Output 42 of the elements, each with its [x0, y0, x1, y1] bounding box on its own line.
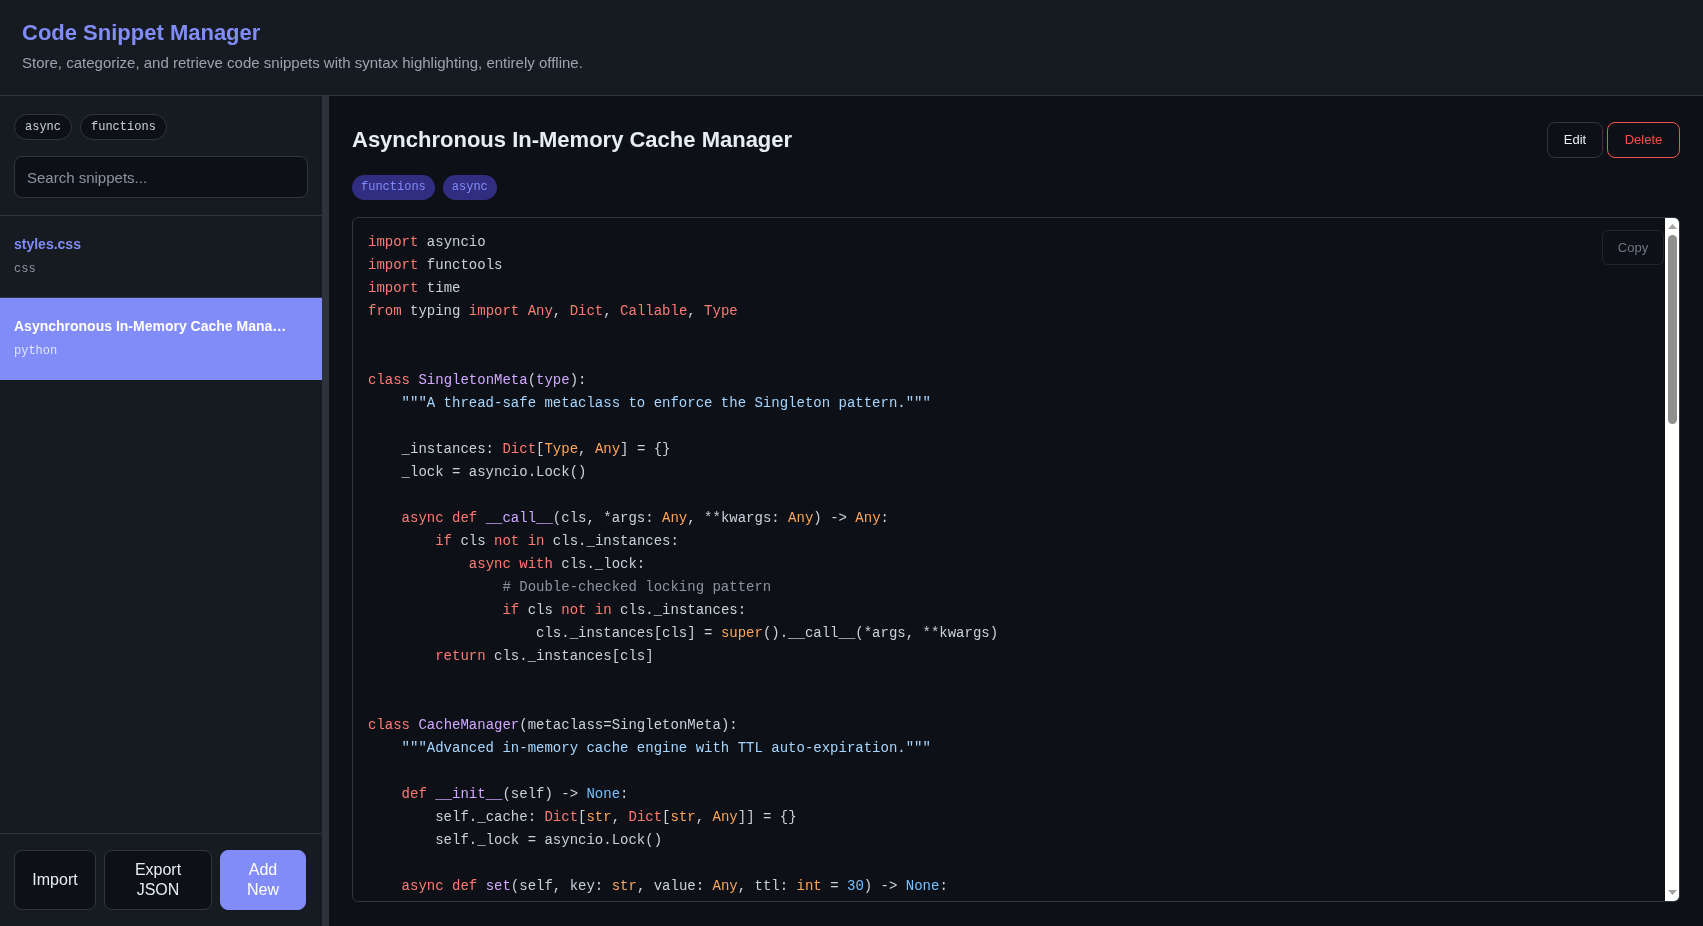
code-line: """Advanced in-memory cache engine with TTL auto-expiration."""	[401, 739, 931, 758]
code-line: import time	[368, 279, 461, 298]
scrollbar-thumb[interactable]	[1667, 235, 1677, 424]
up-arrow-icon[interactable]	[1667, 224, 1677, 229]
search-field[interactable]: Search snippets...	[14, 156, 308, 198]
code-line: import functools	[368, 256, 503, 275]
code-line: self._cache: Dict[str, Dict[str, Any]] = {}	[435, 808, 797, 827]
code-line: def __init__(self) -> None:	[401, 785, 629, 804]
tag-pill: functions	[352, 175, 435, 200]
snippet-language: python	[14, 343, 58, 360]
code-line: class CacheManager(metaclass=SingletonMeta):	[368, 716, 738, 735]
code-line: """A thread-safe metaclass to enforce the Singleton pattern."""	[401, 394, 931, 413]
app-title: Code Snippet Manager	[22, 19, 261, 47]
code-line: _lock = asyncio.Lock()	[401, 463, 587, 482]
sidebar-button[interactable]: Export JSON	[104, 850, 212, 910]
code-line: import asyncio	[368, 233, 486, 252]
snippet-title: Asynchronous In-Memory Cache Mana…	[14, 317, 287, 336]
code-line: if cls not in cls._instances:	[435, 532, 679, 551]
app-subtitle: Store, categorize, and retrieve code snippets with syntax highlighting, entirely offline.	[22, 53, 583, 73]
code-line: if cls not in cls._instances:	[502, 601, 747, 620]
snippet-title: styles.css	[14, 235, 81, 254]
tag-pill: async	[442, 175, 497, 200]
snippet-heading: Asynchronous In-Memory Cache Manager	[352, 126, 793, 154]
delete-button[interactable]: Delete	[1607, 122, 1680, 158]
code-line: async def __call__(cls, *args: Any, **kwargs: Any) -> Any:	[401, 509, 889, 528]
code-line: async with cls._lock:	[468, 555, 646, 574]
sidebar-button[interactable]: Import	[14, 850, 96, 910]
copy-button[interactable]: Copy	[1602, 230, 1664, 265]
tag-filter[interactable]: functions	[80, 114, 167, 140]
code-line: cls._instances[cls] = super().__call__(*args, **kwargs)	[536, 624, 999, 643]
code-line: from typing import Any, Dict, Callable, Type	[368, 302, 738, 321]
code-line: _instances: Dict[Type, Any] = {}	[401, 440, 671, 459]
code-line: class SingletonMeta(type):	[368, 371, 587, 390]
code-line: # Double-checked locking pattern	[502, 578, 772, 597]
scrollbar[interactable]	[1665, 218, 1679, 901]
tag-filter[interactable]: async	[14, 114, 72, 140]
down-arrow-icon[interactable]	[1667, 890, 1677, 895]
edit-button[interactable]: Edit	[1547, 122, 1603, 158]
code-line: self._lock = asyncio.Lock()	[435, 831, 663, 850]
code-line: return cls._instances[cls]	[435, 647, 654, 666]
code-line: async def set(self, key: str, value: Any, ttl: int = 30) -> None:	[401, 877, 948, 896]
snippet-language: css	[14, 261, 36, 278]
